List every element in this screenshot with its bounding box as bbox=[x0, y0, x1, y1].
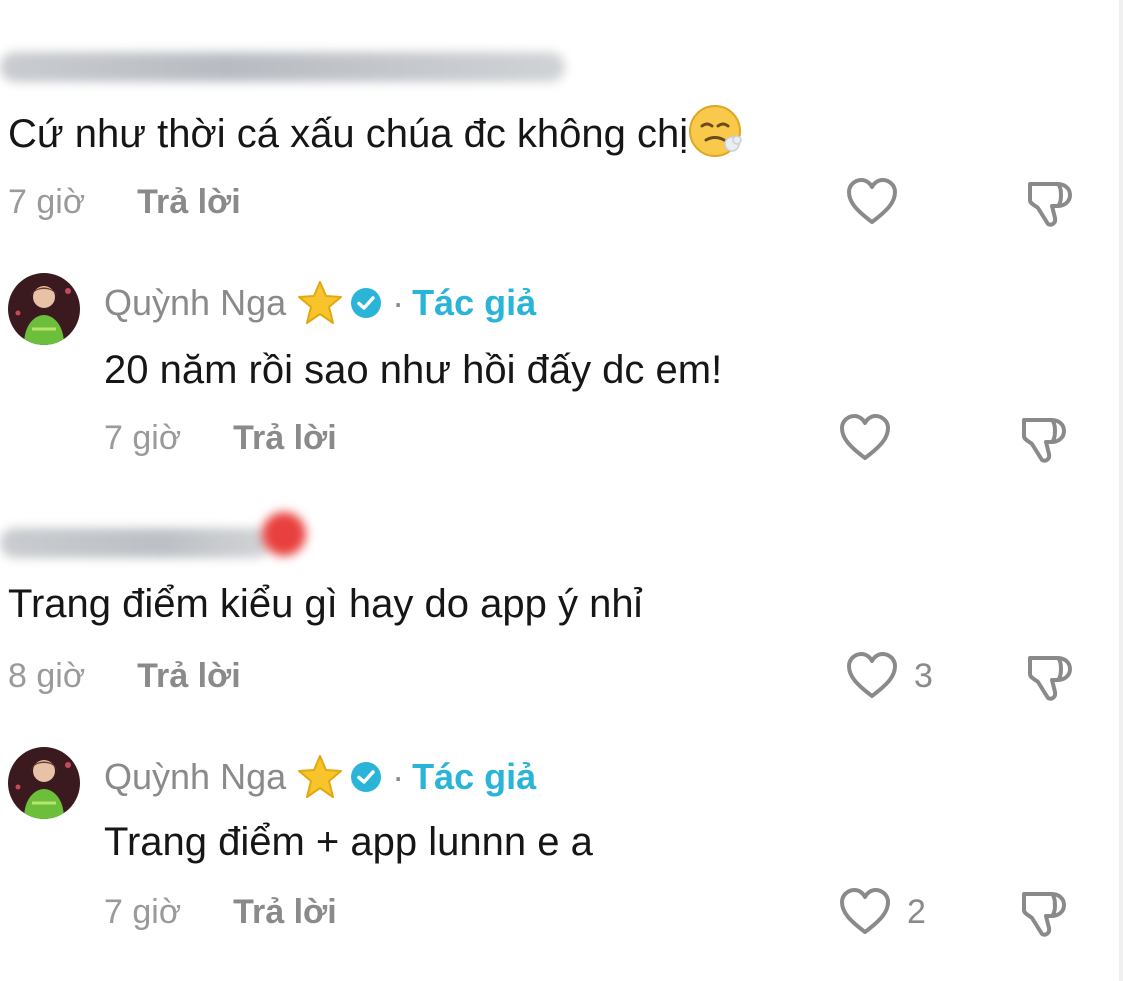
heart-icon bbox=[840, 888, 890, 934]
tired-face-emoji bbox=[688, 104, 742, 169]
verified-badge-icon bbox=[350, 287, 382, 319]
reply-button[interactable]: Trả lời bbox=[233, 419, 337, 457]
separator-dot: · bbox=[392, 756, 405, 797]
like-count: 3 bbox=[914, 657, 933, 695]
thumbs-down-icon bbox=[1022, 418, 1066, 463]
username[interactable]: Quỳnh Nga · Tác giả bbox=[104, 754, 536, 800]
comment-meta: 7 giờ Trả lời bbox=[104, 892, 337, 932]
thumbs-down-icon bbox=[1028, 656, 1072, 701]
heart-icon bbox=[847, 178, 897, 224]
blurred-username bbox=[0, 52, 565, 82]
blurred-heart-emoji bbox=[262, 512, 306, 556]
star-icon bbox=[296, 280, 344, 326]
thumbs-down-icon bbox=[1028, 182, 1072, 227]
dislike-button[interactable] bbox=[1018, 414, 1070, 471]
comment-meta: 7 giờ Trả lời bbox=[104, 418, 337, 458]
dislike-button[interactable] bbox=[1018, 888, 1070, 945]
username-text: Quỳnh Nga bbox=[104, 282, 287, 323]
comment-meta: 7 giờ Trả lời bbox=[8, 182, 241, 222]
comment-meta: 8 giờ Trả lời bbox=[8, 656, 241, 696]
comment-text: Cứ như thời cá xấu chúa đc không chị bbox=[8, 104, 742, 169]
like-button[interactable] bbox=[846, 178, 914, 226]
star-icon bbox=[296, 754, 344, 800]
dislike-button[interactable] bbox=[1024, 652, 1076, 709]
like-count: 2 bbox=[907, 893, 926, 931]
comment-time: 7 giờ bbox=[104, 419, 182, 457]
avatar[interactable] bbox=[8, 273, 80, 345]
username-text: Quỳnh Nga bbox=[104, 756, 287, 797]
scroll-edge bbox=[1119, 0, 1123, 981]
comment-text: 20 năm rồi sao như hồi đấy dc em! bbox=[104, 348, 723, 392]
username[interactable]: Quỳnh Nga · Tác giả bbox=[104, 280, 536, 326]
blurred-username bbox=[0, 528, 270, 558]
like-button[interactable]: 2 bbox=[839, 888, 926, 936]
avatar[interactable] bbox=[8, 747, 80, 819]
reply-button[interactable]: Trả lời bbox=[233, 893, 337, 931]
separator-dot: · bbox=[392, 282, 405, 323]
comment-time: 8 giờ bbox=[8, 657, 86, 695]
reply-button[interactable]: Trả lời bbox=[137, 657, 241, 695]
heart-icon bbox=[840, 414, 890, 460]
reply-button[interactable]: Trả lời bbox=[137, 183, 241, 221]
comment-text: Trang điểm + app lunnn e a bbox=[104, 820, 593, 864]
author-label: Tác giả bbox=[412, 282, 537, 323]
comment-text-body: Cứ như thời cá xấu chúa đc không chị bbox=[8, 112, 689, 157]
like-button[interactable] bbox=[839, 414, 907, 462]
comment-text: Trang điểm kiểu gì hay do app ý nhỉ bbox=[8, 582, 643, 626]
dislike-button[interactable] bbox=[1024, 178, 1076, 235]
comment-time: 7 giờ bbox=[104, 893, 182, 931]
thumbs-down-icon bbox=[1022, 892, 1066, 937]
verified-badge-icon bbox=[350, 761, 382, 793]
comment-time: 7 giờ bbox=[8, 183, 86, 221]
author-label: Tác giả bbox=[412, 756, 537, 797]
like-button[interactable]: 3 bbox=[846, 652, 933, 700]
heart-icon bbox=[847, 652, 897, 698]
